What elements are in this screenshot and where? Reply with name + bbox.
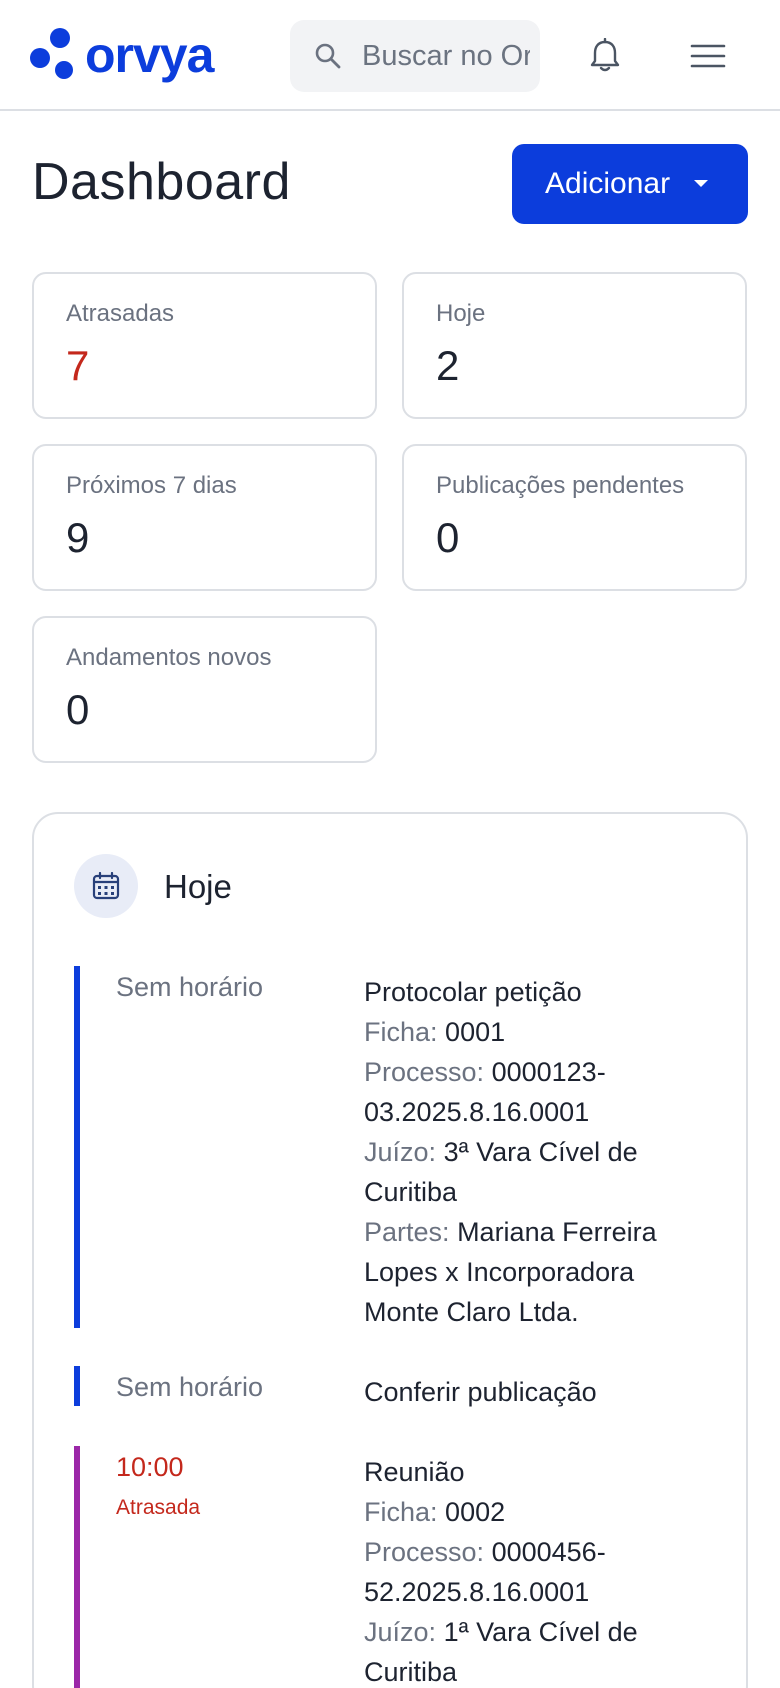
today-panel: Hoje Sem horário Protocolar petição Fich…: [32, 812, 748, 1688]
item-details: Reunião Ficha: 0002 Processo: 0000456-52…: [364, 1452, 694, 1688]
item-juizo: Juízo: 3ª Vara Cível de Curitiba: [364, 1137, 638, 1207]
agenda-item[interactable]: Sem horário Conferir publicação: [74, 1366, 714, 1407]
item-title: Protocolar petição: [364, 977, 582, 1007]
add-button[interactable]: Adicionar: [512, 144, 748, 224]
search-box[interactable]: [290, 20, 540, 92]
bell-icon[interactable]: [588, 38, 622, 74]
caret-down-icon: [694, 180, 708, 187]
agenda-item[interactable]: Sem horário Protocolar petição Ficha: 00…: [74, 966, 714, 1328]
item-details: Protocolar petição Ficha: 0001 Processo:…: [364, 972, 694, 1332]
stat-label: Próximos 7 dias: [66, 472, 237, 499]
stat-label: Andamentos novos: [66, 644, 272, 671]
item-ficha: Ficha: 0002: [364, 1497, 506, 1527]
calendar-icon-badge: [74, 854, 138, 918]
stat-card-proximos-7-dias[interactable]: Próximos 7 dias 9: [32, 444, 377, 591]
stat-value: 9: [66, 514, 90, 561]
hamburger-menu-icon[interactable]: [690, 42, 726, 70]
orvya-logo[interactable]: orvya: [30, 26, 270, 86]
stat-card-andamentos-novos[interactable]: Andamentos novos 0: [32, 616, 377, 763]
stat-label: Atrasadas: [66, 300, 175, 327]
stat-card-hoje[interactable]: Hoje 2: [402, 272, 747, 419]
item-title: Reunião: [364, 1457, 465, 1487]
item-color-bar: [74, 966, 80, 1328]
item-details: Conferir publicação: [364, 1372, 694, 1412]
item-color-bar: [74, 1366, 80, 1406]
item-color-bar: [74, 1446, 80, 1688]
item-time: 10:00: [116, 1452, 184, 1482]
agenda-item[interactable]: 10:00 Atrasada Reunião Ficha: 0002 Proce…: [74, 1446, 714, 1688]
top-navbar: orvya: [0, 0, 780, 111]
search-input[interactable]: [362, 20, 530, 92]
page-title: Dashboard: [32, 153, 291, 211]
stat-value: 0: [66, 686, 90, 733]
logo-text: orvya: [85, 27, 216, 83]
stat-label: Hoje: [436, 300, 486, 327]
add-button-label: Adicionar: [545, 167, 671, 200]
item-juizo: Juízo: 1ª Vara Cível de Curitiba: [364, 1617, 638, 1687]
item-processo: Processo: 0000123-03.2025.8.16.0001: [364, 1057, 606, 1127]
stat-value: 0: [436, 514, 460, 561]
panel-title: Hoje: [164, 868, 232, 905]
stat-label: Publicações pendentes: [436, 472, 685, 499]
stat-value: 7: [66, 342, 90, 389]
stat-card-atrasadas[interactable]: Atrasadas 7: [32, 272, 377, 419]
item-processo: Processo: 0000456-52.2025.8.16.0001: [364, 1537, 606, 1607]
item-time: Sem horário: [116, 1372, 264, 1402]
calendar-icon: [92, 872, 120, 900]
item-partes: Partes: Mariana Ferreira Lopes x Incorpo…: [364, 1217, 657, 1327]
item-ficha: Ficha: 0001: [364, 1017, 506, 1047]
item-time: Sem horário: [116, 972, 264, 1002]
item-title: Conferir publicação: [364, 1377, 597, 1407]
search-icon: [315, 43, 341, 69]
stat-card-publicacoes-pendentes[interactable]: Publicações pendentes 0: [402, 444, 747, 591]
late-status-label: Atrasada: [116, 1496, 201, 1519]
stat-value: 2: [436, 342, 460, 389]
